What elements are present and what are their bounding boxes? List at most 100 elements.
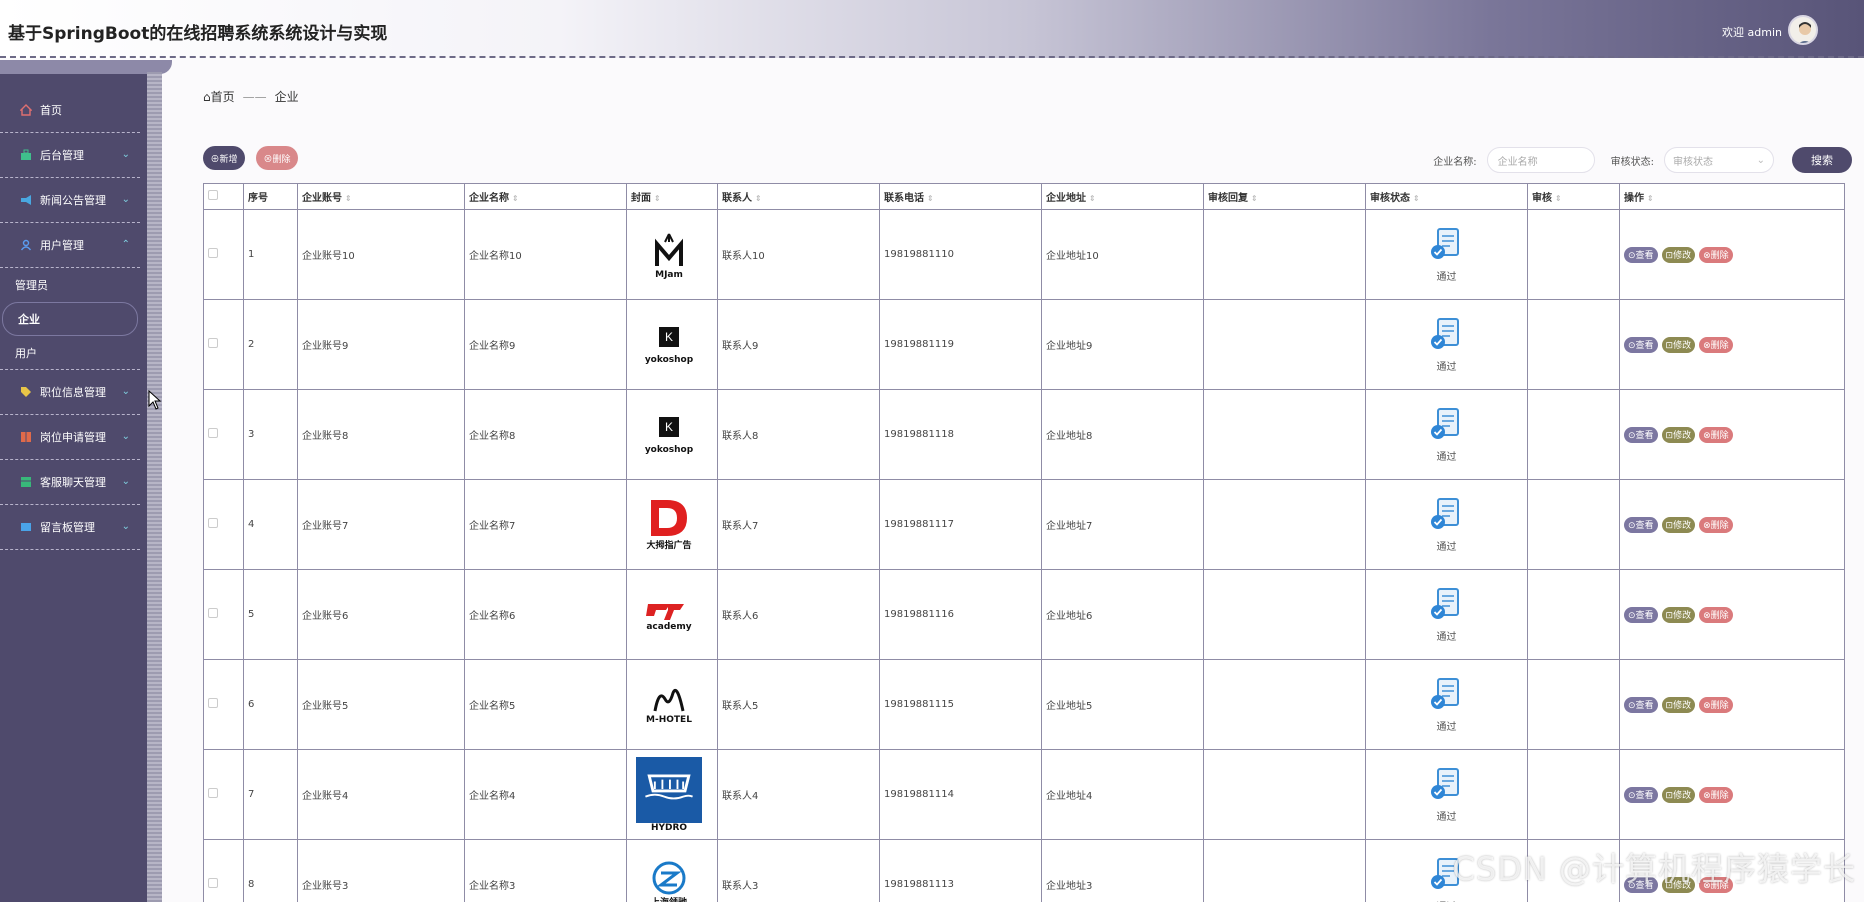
cell-account: 企业账号7 bbox=[297, 479, 465, 570]
delete-button[interactable]: ⊗删除 bbox=[1699, 246, 1733, 263]
home-icon[interactable]: ⌂首页 bbox=[203, 88, 235, 105]
table-row: 5 企业账号6 企业名称6 academy 联系人6 19819881116 企… bbox=[203, 569, 1845, 660]
company-logo[interactable]: M-HOTEL bbox=[631, 667, 707, 743]
column-header[interactable]: 审核状态 ⇕ bbox=[1365, 183, 1528, 210]
cell-reply bbox=[1203, 659, 1366, 750]
column-header[interactable]: 企业账号 ⇕ bbox=[297, 183, 465, 210]
sort-icon: ⇕ bbox=[927, 194, 934, 203]
cell-contact: 联系人3 bbox=[717, 839, 880, 902]
company-logo[interactable]: 上海领驰 bbox=[631, 847, 707, 902]
delete-button[interactable]: ⊗删除 bbox=[1699, 786, 1733, 803]
edit-button[interactable]: ⊡修改 bbox=[1661, 426, 1696, 443]
row-checkbox[interactable] bbox=[208, 518, 218, 528]
mouse-cursor-icon bbox=[148, 390, 162, 410]
sort-icon: ⇕ bbox=[512, 194, 519, 203]
cell-actions: ⊙查看 ⊡修改 ⊗删除 bbox=[1619, 479, 1845, 570]
row-checkbox[interactable] bbox=[208, 248, 218, 258]
row-checkbox[interactable] bbox=[208, 698, 218, 708]
company-logo[interactable]: K yokoshop bbox=[631, 307, 707, 383]
cell-address: 企业地址10 bbox=[1041, 209, 1204, 300]
sidebar-item-news[interactable]: 新闻公告管理 ⌄ bbox=[0, 178, 140, 223]
edit-button[interactable]: ⊡修改 bbox=[1661, 786, 1696, 803]
row-checkbox[interactable] bbox=[208, 878, 218, 888]
add-button[interactable]: ⊕新增 bbox=[203, 146, 245, 170]
sidebar-item-home[interactable]: 首页 bbox=[0, 88, 140, 133]
column-header[interactable]: 审核 ⇕ bbox=[1527, 183, 1620, 210]
column-header[interactable]: 联系人 ⇕ bbox=[717, 183, 880, 210]
sidebar-item-label: 新闻公告管理 bbox=[40, 194, 106, 207]
column-header[interactable]: 企业地址 ⇕ bbox=[1041, 183, 1204, 210]
cell-phone: 19819881113 bbox=[879, 839, 1042, 902]
sidebar-item-board[interactable]: 留言板管理 ⌄ bbox=[0, 505, 140, 550]
column-header: 序号 bbox=[243, 183, 298, 210]
cell-account: 企业账号6 bbox=[297, 569, 465, 660]
breadcrumb-home[interactable]: 首页 bbox=[211, 90, 235, 104]
column-header[interactable]: 操作 ⇕ bbox=[1619, 183, 1845, 210]
search-button[interactable]: 搜索 bbox=[1792, 147, 1852, 173]
view-button[interactable]: ⊙查看 bbox=[1624, 606, 1658, 623]
cell-no: 1 bbox=[243, 209, 298, 300]
company-logo[interactable]: academy bbox=[631, 577, 707, 653]
logo-text: 上海领驰 bbox=[651, 895, 687, 902]
edit-button[interactable]: ⊡修改 bbox=[1661, 696, 1696, 713]
view-button[interactable]: ⊙查看 bbox=[1624, 246, 1658, 263]
sidebar-scrollbar[interactable] bbox=[147, 72, 162, 902]
cell-address: 企业地址8 bbox=[1041, 389, 1204, 480]
chevron-down-icon: ⌄ bbox=[121, 476, 130, 487]
cell-actions: ⊙查看 ⊡修改 ⊗删除 bbox=[1619, 299, 1845, 390]
delete-button[interactable]: ⊗删除 bbox=[1699, 606, 1733, 623]
cell-audit bbox=[1527, 749, 1620, 840]
sidebar-item-users[interactable]: 用户管理 ⌃ bbox=[0, 223, 140, 268]
batch-delete-button[interactable]: ⊗删除 bbox=[256, 146, 298, 170]
edit-button[interactable]: ⊡修改 bbox=[1661, 516, 1696, 533]
edit-button[interactable]: ⊡修改 bbox=[1661, 336, 1696, 353]
column-header[interactable]: 联系电话 ⇕ bbox=[879, 183, 1042, 210]
chevron-down-icon: ⌄ bbox=[121, 431, 130, 442]
sidebar-item-backend[interactable]: 后台管理 ⌄ bbox=[0, 133, 140, 178]
company-logo[interactable]: K yokoshop bbox=[631, 397, 707, 473]
delete-button[interactable]: ⊗删除 bbox=[1699, 516, 1733, 533]
status-text: 通过 bbox=[1436, 361, 1457, 373]
cell-cover: M-HOTEL bbox=[626, 659, 718, 750]
sidebar-item-jobs[interactable]: 职位信息管理 ⌄ bbox=[0, 370, 140, 415]
sidebar-item-label: 留言板管理 bbox=[40, 521, 95, 534]
status-text: 通过 bbox=[1436, 541, 1457, 553]
column-header[interactable]: 审核回复 ⇕ bbox=[1203, 183, 1366, 210]
view-button[interactable]: ⊙查看 bbox=[1624, 516, 1658, 533]
row-checkbox[interactable] bbox=[208, 338, 218, 348]
column-header[interactable]: 企业名称 ⇕ bbox=[464, 183, 627, 210]
view-button[interactable]: ⊙查看 bbox=[1624, 696, 1658, 713]
logo-text: MJam bbox=[655, 269, 683, 280]
status-select[interactable]: 审核状态 ⌄ bbox=[1664, 147, 1774, 173]
delete-button[interactable]: ⊗删除 bbox=[1699, 696, 1733, 713]
audit-document-icon bbox=[1430, 407, 1464, 444]
row-checkbox[interactable] bbox=[208, 428, 218, 438]
delete-button[interactable]: ⊗删除 bbox=[1699, 426, 1733, 443]
sidebar-item-chat[interactable]: 客服聊天管理 ⌄ bbox=[0, 460, 140, 505]
view-button[interactable]: ⊙查看 bbox=[1624, 786, 1658, 803]
cell-audit bbox=[1527, 299, 1620, 390]
select-all-checkbox[interactable] bbox=[208, 190, 218, 200]
view-button[interactable]: ⊙查看 bbox=[1624, 336, 1658, 353]
edit-button[interactable]: ⊡修改 bbox=[1661, 246, 1696, 263]
company-logo[interactable]: HYDRO bbox=[631, 756, 707, 833]
column-header[interactable]: 封面 ⇕ bbox=[626, 183, 718, 210]
briefcase-icon bbox=[20, 149, 32, 161]
audit-document-icon bbox=[1430, 767, 1464, 804]
sidebar-item-applications[interactable]: 岗位申请管理 ⌄ bbox=[0, 415, 140, 460]
row-checkbox[interactable] bbox=[208, 608, 218, 618]
company-logo[interactable]: MJam bbox=[631, 217, 707, 293]
row-checkbox[interactable] bbox=[208, 788, 218, 798]
sort-icon: ⇕ bbox=[755, 194, 762, 203]
company-logo[interactable]: 大拇指广告 bbox=[631, 487, 707, 563]
sidebar-item-label: 首页 bbox=[40, 104, 62, 117]
view-button[interactable]: ⊙查看 bbox=[1624, 426, 1658, 443]
edit-button[interactable]: ⊡修改 bbox=[1661, 606, 1696, 623]
sidebar-subitem-user[interactable]: 用户 bbox=[0, 336, 140, 370]
company-name-input[interactable]: 企业名称 bbox=[1486, 147, 1595, 173]
cell-account: 企业账号9 bbox=[297, 299, 465, 390]
delete-button[interactable]: ⊗删除 bbox=[1699, 336, 1733, 353]
sidebar-subitem-admin[interactable]: 管理员 bbox=[0, 268, 140, 302]
avatar[interactable] bbox=[1788, 15, 1818, 45]
sidebar-subitem-company[interactable]: 企业 bbox=[2, 302, 138, 336]
